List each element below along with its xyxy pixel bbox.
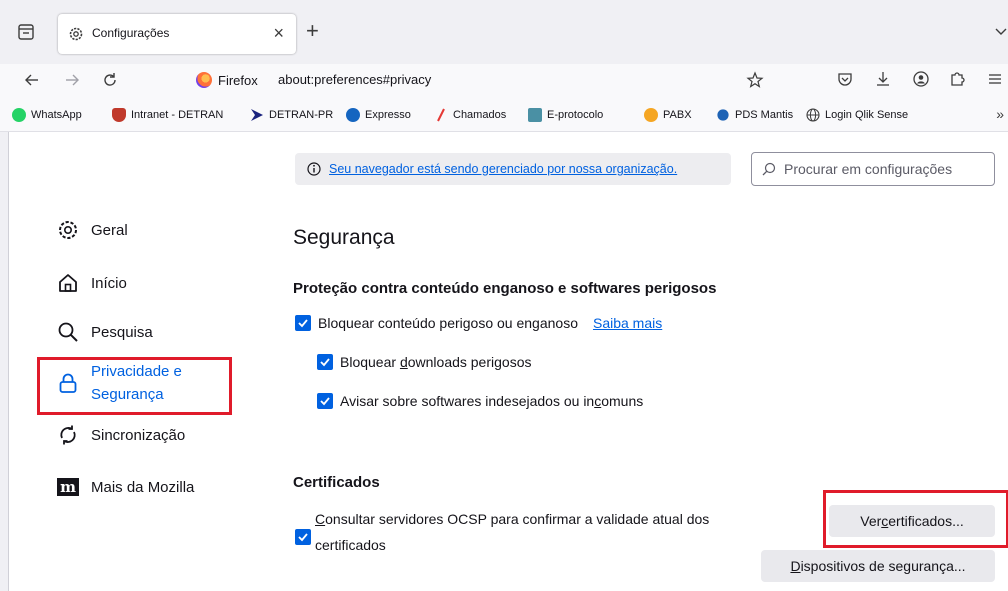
expresso-icon bbox=[346, 108, 360, 122]
category-home[interactable]: Início bbox=[57, 272, 127, 294]
policy-link[interactable]: Seu navegador está sendo gerenciado por … bbox=[329, 162, 677, 176]
chat-bubble-icon bbox=[644, 108, 658, 122]
security-heading: Segurança bbox=[293, 226, 395, 249]
whatsapp-icon bbox=[12, 108, 26, 122]
tab-settings[interactable]: Configurações × bbox=[58, 14, 296, 54]
gear-icon bbox=[59, 221, 77, 239]
globe-icon bbox=[806, 108, 820, 122]
pencil-icon bbox=[437, 108, 445, 122]
forward-arrow-icon[interactable] bbox=[62, 70, 82, 90]
bookmark-item[interactable]: E-protocolo bbox=[528, 107, 603, 123]
preferences-page: Seu navegador está sendo gerenciado por … bbox=[8, 132, 1008, 591]
shield-crest-icon bbox=[112, 108, 126, 122]
highlight-box-category bbox=[37, 357, 232, 415]
tab-strip: Configurações × + bbox=[0, 0, 1008, 64]
search-input[interactable]: Procurar em configurações bbox=[751, 152, 995, 186]
info-icon bbox=[307, 162, 321, 176]
bookmark-item[interactable]: WhatsApp bbox=[12, 107, 82, 123]
search-placeholder: Procurar em configurações bbox=[784, 161, 953, 177]
bookmark-item[interactable]: DETRAN-PR bbox=[250, 107, 333, 123]
hamburger-menu-icon[interactable] bbox=[986, 70, 1004, 88]
url-text[interactable]: about:preferences#privacy bbox=[278, 72, 431, 87]
firefox-logo-icon bbox=[196, 72, 212, 88]
security-devices-button[interactable]: Dispositivos de segurança... bbox=[761, 550, 995, 582]
checkbox-checked-icon bbox=[295, 529, 311, 545]
e-protocolo-icon bbox=[528, 108, 542, 122]
account-icon[interactable] bbox=[912, 70, 930, 88]
block-dangerous-checkbox[interactable]: Bloquear conteúdo perigoso ou enganoso S… bbox=[295, 315, 662, 331]
ocsp-checkbox[interactable] bbox=[295, 529, 311, 545]
extensions-icon[interactable] bbox=[948, 70, 966, 88]
category-sync[interactable]: Sincronização bbox=[57, 424, 185, 446]
svg-text:m: m bbox=[60, 478, 76, 496]
bookmark-item[interactable]: Expresso bbox=[346, 107, 411, 123]
learn-more-link[interactable]: Saiba mais bbox=[593, 315, 662, 331]
bookmarks-toolbar: WhatsApp Intranet - DETRAN DETRAN-PR Exp… bbox=[0, 96, 1008, 132]
sync-icon bbox=[60, 425, 76, 445]
chevron-down-icon[interactable] bbox=[994, 24, 1008, 38]
home-icon bbox=[59, 274, 77, 292]
search-icon bbox=[762, 162, 776, 176]
highlight-box-certificates bbox=[823, 490, 1008, 548]
bookmark-item[interactable]: Intranet - DETRAN bbox=[112, 107, 223, 123]
tab-close-button[interactable]: × bbox=[273, 23, 284, 44]
gear-icon bbox=[69, 27, 83, 41]
reload-icon[interactable] bbox=[100, 70, 120, 90]
certificates-heading: Certificados bbox=[293, 474, 380, 491]
checkbox-checked-icon bbox=[317, 393, 333, 409]
policy-notice: Seu navegador está sendo gerenciado por … bbox=[295, 153, 731, 185]
navigation-toolbar: Firefox about:preferences#privacy bbox=[0, 64, 1008, 96]
bookmark-star-icon[interactable] bbox=[746, 71, 764, 89]
downloads-icon[interactable] bbox=[874, 70, 892, 88]
identity-box[interactable]: Firefox bbox=[196, 71, 258, 89]
bookmark-item[interactable]: PABX bbox=[644, 107, 692, 123]
new-tab-button[interactable]: + bbox=[306, 20, 319, 42]
bookmarks-overflow-button[interactable]: » bbox=[996, 106, 1004, 122]
tab-list-icon[interactable] bbox=[16, 22, 36, 42]
mozilla-m-icon: m bbox=[57, 478, 79, 496]
category-search[interactable]: Pesquisa bbox=[57, 321, 153, 343]
deceptive-content-heading: Proteção contra conteúdo enganoso e soft… bbox=[293, 280, 717, 297]
search-icon bbox=[58, 322, 78, 342]
bookmark-item[interactable]: PDS Mantis bbox=[716, 107, 793, 123]
tab-title: Configurações bbox=[92, 26, 170, 40]
identity-label: Firefox bbox=[218, 72, 258, 88]
bookmark-item[interactable]: Login Qlik Sense bbox=[806, 107, 908, 123]
category-more-from-mozilla[interactable]: m Mais da Mozilla bbox=[57, 476, 194, 498]
detran-chevron-icon bbox=[251, 109, 263, 121]
bookmark-item[interactable]: Chamados bbox=[434, 107, 506, 123]
ocsp-label: Consultar servidores OCSP para confirmar… bbox=[315, 511, 710, 553]
block-downloads-checkbox[interactable]: Bloquear downloads perigosos bbox=[317, 354, 531, 370]
pocket-icon[interactable] bbox=[836, 70, 854, 88]
back-arrow-icon[interactable] bbox=[22, 70, 42, 90]
warn-unwanted-software-checkbox[interactable]: Avisar sobre softwares indesejados ou in… bbox=[317, 393, 643, 409]
checkbox-checked-icon bbox=[317, 354, 333, 370]
mantis-icon bbox=[717, 109, 729, 121]
category-general[interactable]: Geral bbox=[57, 219, 128, 241]
checkbox-checked-icon bbox=[295, 315, 311, 331]
url-bar[interactable]: Firefox about:preferences#privacy bbox=[184, 66, 780, 94]
